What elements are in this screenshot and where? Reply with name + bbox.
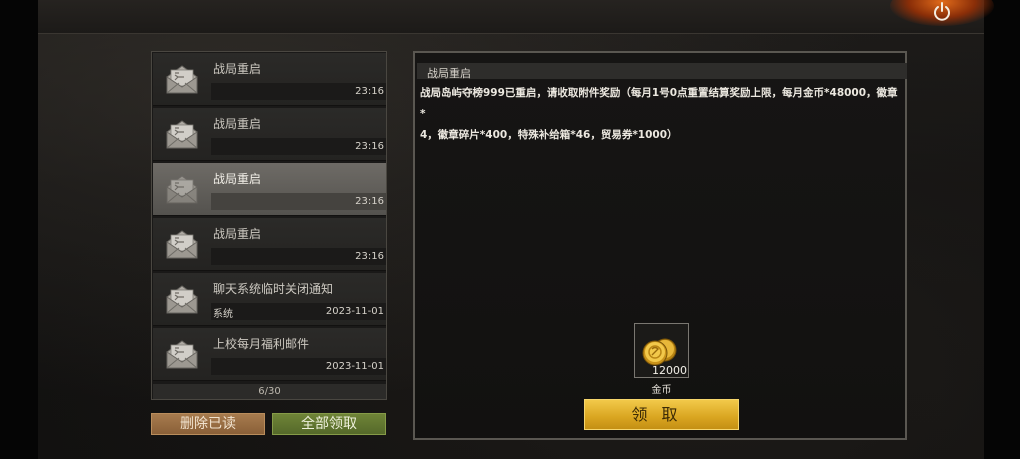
envelope-icon bbox=[166, 285, 198, 314]
mail-item-time: 2023-11-01 bbox=[325, 361, 384, 372]
claim-button[interactable]: 领取 bbox=[584, 399, 739, 430]
attachment-quantity: 12000 bbox=[652, 364, 687, 377]
mail-item-meta: 23:16 bbox=[211, 248, 386, 265]
mail-item-time: 2023-11-01 bbox=[325, 306, 384, 317]
attachment-slot[interactable]: 12000 bbox=[634, 323, 689, 378]
mail-item-meta: 系统 2023-11-01 bbox=[211, 303, 386, 320]
power-button[interactable] bbox=[926, 0, 958, 24]
power-icon bbox=[934, 2, 950, 21]
detail-body-line-1: 战局岛屿夺榜999已重启，请收取附件奖励（每月1号0点重置结算奖励上限，每月金币… bbox=[420, 87, 898, 120]
mail-item-time: 23:16 bbox=[355, 141, 384, 152]
mail-item[interactable]: 战局重启 23:16 bbox=[153, 163, 386, 216]
attachment-name: 金币 bbox=[651, 385, 672, 396]
mail-item-title: 聊天系统临时关闭通知 bbox=[213, 282, 334, 296]
mail-item-time: 23:16 bbox=[355, 196, 384, 207]
top-strip bbox=[38, 0, 984, 34]
mail-item-sender: 系统 bbox=[213, 309, 233, 320]
mail-item[interactable]: 战局重启 23:16 bbox=[153, 53, 386, 106]
mail-item-time: 23:16 bbox=[355, 86, 384, 97]
detail-body-line-2: 4，徽章碎片*400，特殊补给箱*46，贸易券*1000） bbox=[420, 129, 678, 141]
mail-item-time: 23:16 bbox=[355, 251, 384, 262]
mail-item-meta: 23:16 bbox=[211, 193, 386, 210]
page-indicator: 6/30 bbox=[153, 384, 386, 399]
detail-body: 战局岛屿夺榜999已重启，请收取附件奖励（每月1号0点重置结算奖励上限，每月金币… bbox=[420, 83, 902, 146]
left-letterbox bbox=[0, 0, 38, 459]
mail-item-title: 战局重启 bbox=[213, 62, 262, 76]
delete-read-button[interactable]: 删除已读 bbox=[151, 413, 265, 435]
envelope-icon bbox=[166, 230, 198, 259]
envelope-icon bbox=[166, 340, 198, 369]
right-letterbox bbox=[984, 0, 1020, 459]
envelope-icon bbox=[166, 65, 198, 94]
mail-item[interactable]: 聊天系统临时关闭通知 系统 2023-11-01 bbox=[153, 273, 386, 326]
detail-title: 战局重启 bbox=[427, 67, 471, 80]
collect-all-button[interactable]: 全部领取 bbox=[272, 413, 386, 435]
mail-list: 战局重启 23:16 战局重启 23:16 战局重启 23:16 战局重启 23:16 聊天系统… bbox=[151, 51, 387, 400]
mail-item[interactable]: 战局重启 23:16 bbox=[153, 218, 386, 271]
envelope-icon bbox=[166, 120, 198, 149]
mail-item-title: 战局重启 bbox=[213, 117, 262, 131]
mail-item-title: 战局重启 bbox=[213, 227, 262, 241]
mail-item-meta: 23:16 bbox=[211, 83, 386, 100]
mail-item[interactable]: 战局重启 23:16 bbox=[153, 108, 386, 161]
mail-item-meta: 23:16 bbox=[211, 138, 386, 155]
mail-detail-panel: 战局重启 战局岛屿夺榜999已重启，请收取附件奖励（每月1号0点重置结算奖励上限… bbox=[413, 51, 907, 440]
mail-item[interactable]: 上校每月福利邮件 2023-11-01 bbox=[153, 328, 386, 381]
mail-item-title: 上校每月福利邮件 bbox=[213, 337, 310, 351]
mail-item-title: 战局重启 bbox=[213, 172, 262, 186]
envelope-icon bbox=[166, 175, 198, 204]
mail-item-meta: 2023-11-01 bbox=[211, 358, 386, 375]
detail-header: 战局重启 bbox=[417, 63, 907, 80]
